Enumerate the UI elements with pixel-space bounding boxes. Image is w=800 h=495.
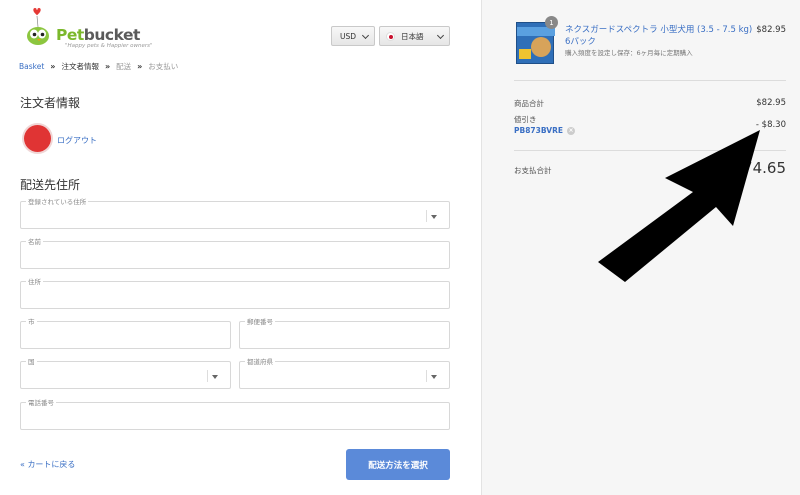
subtotal-value: $82.95 — [756, 98, 786, 108]
shipping-address-heading: 配送先住所 — [20, 178, 81, 192]
subtotal-label: 商品合計 — [514, 99, 544, 108]
postal-code-label: 郵便番号 — [245, 316, 275, 326]
breadcrumb-separator: » — [104, 62, 111, 71]
package-tag — [519, 49, 531, 59]
city-field[interactable]: 市 — [20, 316, 231, 349]
divider — [514, 80, 786, 81]
name-field[interactable]: 名前 — [20, 236, 450, 269]
select-shipping-method-button[interactable]: 配送方法を選択 — [346, 449, 450, 480]
remove-discount-icon[interactable]: × — [566, 126, 575, 135]
petbucket-logo[interactable]: Petbucket "Happy pets & Happier owners" — [18, 6, 153, 50]
breadcrumb: Basket » 注文者情報 » 配送 » お支払い — [19, 61, 178, 72]
discount-code-text: PB873BVRE — [514, 126, 563, 135]
currency-value: USD — [340, 31, 357, 41]
country-label: 国 — [26, 356, 37, 366]
logo-tagline: "Happy pets & Happier owners" — [65, 43, 153, 49]
dropdown-arrow-icon — [431, 215, 437, 219]
total-value: $74.65 — [733, 159, 787, 177]
address-field[interactable]: 住所 — [20, 276, 450, 309]
language-select[interactable]: 日本語 — [379, 26, 450, 46]
breadcrumb-separator: » — [137, 62, 143, 71]
quantity-badge: 1 — [545, 16, 558, 29]
language-value: 日本語 — [401, 31, 424, 41]
saved-address-select[interactable]: 登録されている住所 — [20, 196, 450, 229]
product-name-link[interactable]: ネクスガードスペクトラ 小型犬用 (3.5 - 7.5 kg) 6パック — [565, 24, 755, 48]
breadcrumb-basket[interactable]: Basket — [19, 62, 44, 71]
dropdown-arrow-icon — [212, 375, 218, 379]
prefecture-label: 都道府県 — [245, 356, 275, 366]
subscription-note: 購入頻度を設定し保存：6ヶ月毎に定期購入 — [565, 49, 693, 57]
japan-flag-icon — [386, 31, 395, 41]
back-to-cart-link[interactable]: « カートに戻る — [20, 459, 75, 470]
saved-address-label: 登録されている住所 — [26, 196, 89, 206]
breadcrumb-shipping: 配送 — [116, 62, 132, 71]
breadcrumb-payment: お支払い — [148, 62, 179, 71]
prefecture-select[interactable]: 都道府県 — [239, 356, 450, 389]
currency-select[interactable]: USD — [331, 26, 375, 46]
name-label: 名前 — [26, 236, 43, 246]
dropdown-divider — [426, 210, 427, 222]
phone-field[interactable]: 電話番号 — [20, 397, 450, 430]
discount-label: 値引き — [514, 115, 537, 124]
logout-link[interactable]: ログアウト — [57, 135, 97, 146]
breadcrumb-customer-info: 注文者情報 — [61, 62, 99, 71]
city-label: 市 — [26, 316, 37, 326]
discount-code: PB873BVRE × — [514, 126, 575, 135]
dog-image-icon — [531, 37, 551, 57]
chevron-down-icon — [436, 31, 445, 40]
phone-label: 電話番号 — [26, 397, 56, 407]
discount-value: - $8.30 — [755, 120, 786, 130]
breadcrumb-separator: » — [50, 62, 56, 71]
country-select[interactable]: 国 — [20, 356, 231, 389]
chevron-down-icon — [361, 31, 370, 40]
dropdown-arrow-icon — [431, 375, 437, 379]
divider — [514, 150, 786, 151]
address-label: 住所 — [26, 276, 43, 286]
avatar — [24, 125, 51, 152]
postal-code-field[interactable]: 郵便番号 — [239, 316, 450, 349]
checkout-form-panel: Petbucket "Happy pets & Happier owners" … — [0, 0, 481, 495]
order-summary-panel: 1 ネクスガードスペクトラ 小型犬用 (3.5 - 7.5 kg) 6パック $… — [481, 0, 800, 495]
customer-info-heading: 注文者情報 — [20, 96, 81, 110]
logo-wordmark: Petbucket — [56, 26, 140, 44]
dropdown-divider — [207, 370, 208, 382]
product-price: $82.95 — [756, 25, 786, 35]
total-label: お支払合計 — [514, 166, 552, 175]
dropdown-divider — [426, 370, 427, 382]
